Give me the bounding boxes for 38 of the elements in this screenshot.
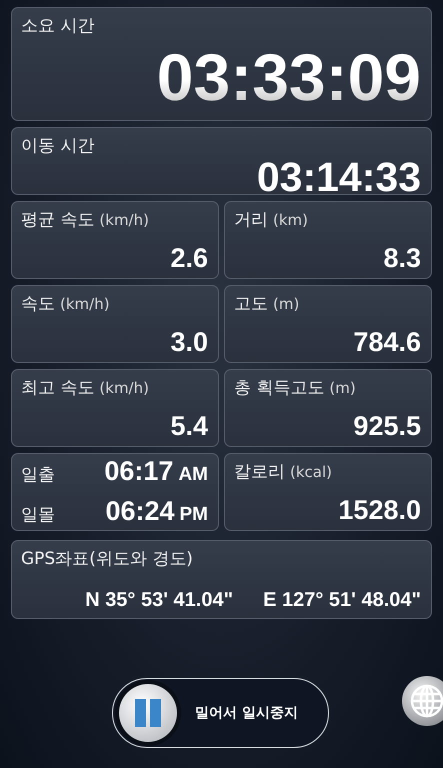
time-period: PM xyxy=(180,504,208,525)
stat-value: 3.0 xyxy=(170,329,208,356)
stat-value: 8.3 xyxy=(383,245,421,272)
stat-value: 5.4 xyxy=(170,413,208,440)
sun-time: 06:17 xyxy=(104,456,174,486)
unit-label: (m) xyxy=(273,295,300,313)
unit-label: (km/h) xyxy=(60,295,110,313)
latitude-value: N 35° 53' 41.04" xyxy=(85,589,234,612)
panel-label: 소요 시간 xyxy=(21,15,96,37)
stat-value: 925.5 xyxy=(353,413,421,440)
unit-label: (kcal) xyxy=(290,463,332,481)
stat-label: 총 획득고도 xyxy=(234,378,324,398)
stat-label: 속도 xyxy=(21,294,55,314)
stat-label: 칼로리 xyxy=(234,462,285,482)
stat-label: 최고 속도 xyxy=(21,378,94,398)
unit-label: (km/h) xyxy=(99,211,149,229)
pause-icon xyxy=(133,696,163,728)
sun-time: 06:24 xyxy=(105,496,174,526)
stat-label: 고도 xyxy=(234,294,268,314)
stat-value: 784.6 xyxy=(353,329,421,356)
time-value: 03:14:33 xyxy=(256,157,421,198)
slider-thumb[interactable] xyxy=(119,684,177,742)
time-period: AM xyxy=(178,464,208,485)
unit-label: (m) xyxy=(329,379,356,397)
stat-value: 1528.0 xyxy=(338,497,421,524)
unit-label: (km/h) xyxy=(99,379,149,397)
stat-value: 2.6 xyxy=(170,245,208,272)
sun-label: 일몰 xyxy=(21,504,55,526)
stat-label: 거리 xyxy=(234,210,268,230)
gps-label: GPS좌표(위도와 경도) xyxy=(21,548,194,570)
unit-label: (km) xyxy=(273,211,308,229)
longitude-value: E 127° 51' 48.04" xyxy=(263,589,421,612)
globe-icon[interactable] xyxy=(401,675,443,727)
sun-label: 일출 xyxy=(21,464,55,486)
stat-label: 평균 속도 xyxy=(21,210,94,230)
pause-slider[interactable]: 밀어서 일시중지 xyxy=(112,678,329,748)
slider-label: 밀어서 일시중지 xyxy=(195,704,298,722)
panel-label: 이동 시간 xyxy=(21,135,96,157)
